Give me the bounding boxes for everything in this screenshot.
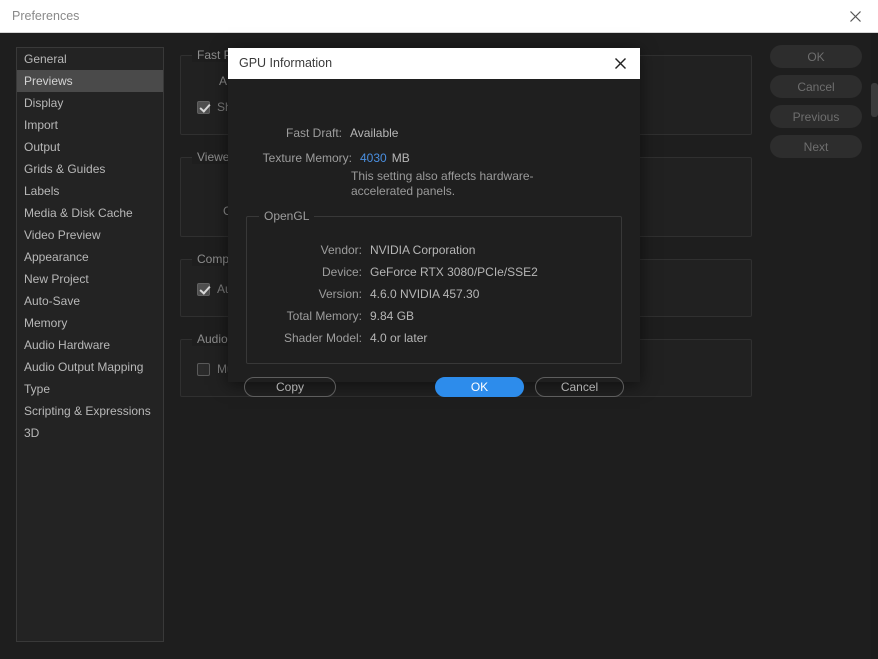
sidebar-item-labels[interactable]: Labels <box>17 180 163 202</box>
checkbox-mute[interactable] <box>197 362 210 376</box>
texture-memory-unit: MB <box>391 151 410 165</box>
sidebar-item-video-preview[interactable]: Video Preview <box>17 224 163 246</box>
gpu-dialog-title: GPU Information <box>239 56 333 70</box>
sidebar-item-auto-save[interactable]: Auto-Save <box>17 290 163 312</box>
cancel-button[interactable]: Cancel <box>770 75 862 98</box>
checkbox-auto[interactable] <box>197 282 210 296</box>
row-shader-model: Shader Model: 4.0 or later <box>257 331 427 345</box>
sidebar-item-media-disk-cache[interactable]: Media & Disk Cache <box>17 202 163 224</box>
row-texture-memory: Texture Memory: 4030 MB <box>256 151 410 165</box>
sidebar-item-import[interactable]: Import <box>17 114 163 136</box>
preferences-category-list[interactable]: General Previews Display Import Output G… <box>16 47 164 642</box>
gpu-information-dialog: GPU Information Fast Draft: Available Te… <box>228 48 640 397</box>
shader-model-label: Shader Model: <box>283 331 362 345</box>
texture-memory-label: Texture Memory: <box>262 151 352 165</box>
next-button[interactable]: Next <box>770 135 862 158</box>
sidebar-item-new-project[interactable]: New Project <box>17 268 163 290</box>
fast-draft-value: Available <box>350 126 399 140</box>
checkbox-show[interactable] <box>197 100 210 114</box>
gpu-dialog-titlebar: GPU Information <box>228 48 640 79</box>
row-total-memory: Total Memory: 9.84 GB <box>257 309 414 323</box>
opengl-group: OpenGL Vendor: NVIDIA Corporation Device… <box>246 209 622 364</box>
group-audio-legend: Audio <box>192 332 233 346</box>
sidebar-item-display[interactable]: Display <box>17 92 163 114</box>
dialog-action-buttons: OK Cancel Previous Next <box>770 45 862 165</box>
vendor-label: Vendor: <box>320 243 362 257</box>
vertical-scrollbar-thumb[interactable] <box>871 83 878 117</box>
texture-memory-value[interactable]: 4030 <box>360 151 387 165</box>
total-memory-value: 9.84 GB <box>370 309 415 323</box>
sidebar-item-output[interactable]: Output <box>17 136 163 158</box>
shader-model-value: 4.0 or later <box>370 331 428 345</box>
row-version: Version: 4.6.0 NVIDIA 457.30 <box>257 287 480 301</box>
group-fast-previews-sublabel: A <box>219 74 228 88</box>
sidebar-item-previews[interactable]: Previews <box>17 70 163 92</box>
gpu-dialog-close-icon[interactable] <box>600 48 640 79</box>
sidebar-item-3d[interactable]: 3D <box>17 422 163 444</box>
version-label: Version: <box>318 287 362 301</box>
sidebar-item-scripting-expressions[interactable]: Scripting & Expressions <box>17 400 163 422</box>
previous-button[interactable]: Previous <box>770 105 862 128</box>
sidebar-item-audio-hardware[interactable]: Audio Hardware <box>17 334 163 356</box>
gpu-dialog-content: Fast Draft: Available Texture Memory: 40… <box>228 79 640 397</box>
sidebar-item-grids-guides[interactable]: Grids & Guides <box>17 158 163 180</box>
texture-memory-note: This setting also affects hardware-accel… <box>351 169 534 198</box>
window-close-icon[interactable] <box>832 0 878 32</box>
copy-button[interactable]: Copy <box>244 377 336 397</box>
close-icon <box>849 10 861 22</box>
ok-button[interactable]: OK <box>770 45 862 68</box>
fast-draft-label: Fast Draft: <box>285 126 342 140</box>
sidebar-item-memory[interactable]: Memory <box>17 312 163 334</box>
sidebar-item-general[interactable]: General <box>17 48 163 70</box>
row-fast-draft: Fast Draft: Available <box>256 126 399 140</box>
gpu-cancel-button[interactable]: Cancel <box>535 377 624 397</box>
sidebar-item-appearance[interactable]: Appearance <box>17 246 163 268</box>
window-title: Preferences <box>12 9 80 23</box>
vendor-value: NVIDIA Corporation <box>370 243 476 257</box>
opengl-group-legend: OpenGL <box>259 209 315 223</box>
row-device: Device: GeForce RTX 3080/PCIe/SSE2 <box>257 265 538 279</box>
device-value: GeForce RTX 3080/PCIe/SSE2 <box>370 265 538 279</box>
sidebar-item-audio-output-mapping[interactable]: Audio Output Mapping <box>17 356 163 378</box>
gpu-ok-button[interactable]: OK <box>435 377 524 397</box>
window-titlebar: Preferences <box>0 0 878 33</box>
close-icon <box>614 58 626 69</box>
row-vendor: Vendor: NVIDIA Corporation <box>257 243 476 257</box>
vertical-scrollbar-track[interactable] <box>871 33 878 659</box>
device-label: Device: <box>321 265 362 279</box>
total-memory-label: Total Memory: <box>286 309 362 323</box>
sidebar-item-type[interactable]: Type <box>17 378 163 400</box>
version-value: 4.6.0 NVIDIA 457.30 <box>370 287 480 301</box>
